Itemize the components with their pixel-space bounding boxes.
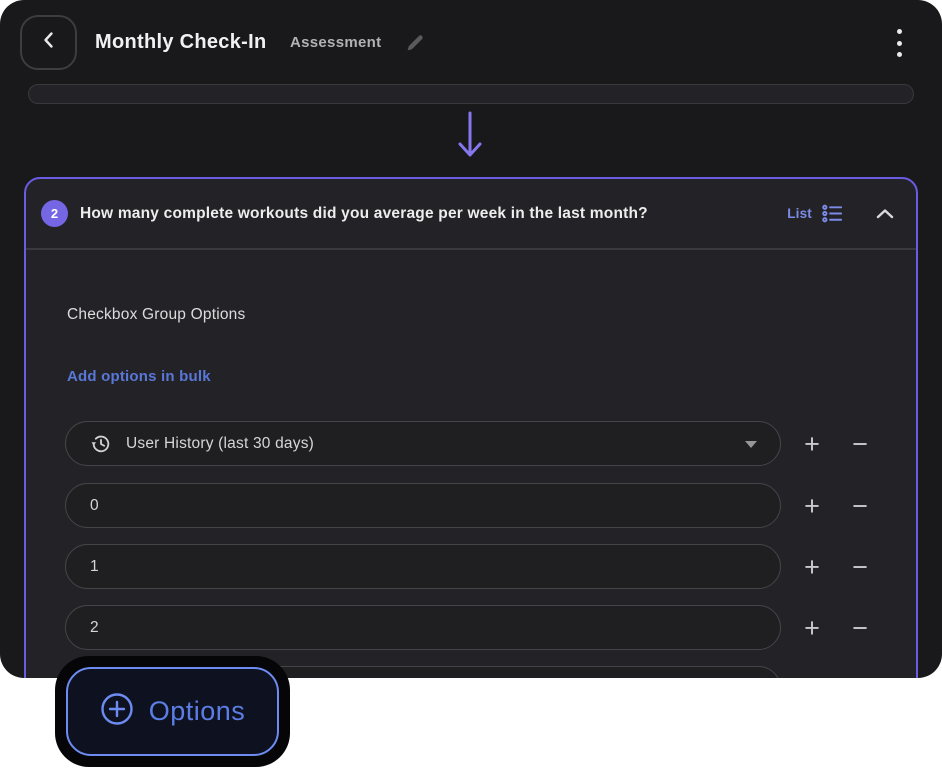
add-option-button[interactable]: + [797, 491, 827, 521]
plus-circle-icon [100, 692, 134, 731]
highlight-ring: Options [55, 656, 290, 767]
option-value: 1 [90, 557, 99, 575]
option-field-user-history[interactable]: User History (last 30 days) [65, 421, 781, 466]
question-header[interactable]: 2 How many complete workouts did you ave… [26, 179, 916, 250]
option-value: 0 [90, 496, 99, 514]
list-icon[interactable] [821, 202, 844, 225]
option-field[interactable]: 2 [65, 605, 781, 650]
chevron-left-icon [41, 31, 57, 54]
remove-option-button[interactable]: − [845, 491, 875, 521]
edit-pencil-icon[interactable] [404, 32, 426, 54]
insert-down-arrow-icon [452, 107, 488, 163]
app-window: Monthly Check-In Assessment 2 How many c… [0, 0, 942, 678]
add-option-button[interactable]: + [797, 613, 827, 643]
question-text: How many complete workouts did you avera… [80, 204, 648, 222]
page-title: Monthly Check-In [95, 31, 267, 53]
screenshot-stage: Monthly Check-In Assessment 2 How many c… [0, 0, 942, 768]
add-options-bulk-link[interactable]: Add options in bulk [67, 368, 211, 385]
add-option-button[interactable]: + [797, 429, 827, 459]
option-value: 2 [90, 618, 99, 636]
history-clock-icon [90, 433, 112, 455]
chevron-up-icon[interactable] [874, 203, 896, 225]
kebab-menu-icon[interactable] [891, 29, 907, 57]
remove-option-button[interactable]: − [845, 613, 875, 643]
add-option-button[interactable]: + [797, 552, 827, 582]
options-button[interactable]: Options [66, 667, 279, 756]
options-button-label: Options [148, 696, 246, 726]
option-field[interactable]: 1 [65, 544, 781, 589]
remove-option-button[interactable]: − [845, 552, 875, 582]
question-type-label[interactable]: List [787, 206, 812, 221]
section-label: Checkbox Group Options [67, 306, 246, 323]
option-field[interactable]: 0 [65, 483, 781, 528]
question-card: 2 How many complete workouts did you ave… [24, 177, 918, 678]
option-value: User History (last 30 days) [126, 434, 315, 452]
page-subtitle: Assessment [290, 34, 382, 51]
remove-option-button[interactable]: − [845, 429, 875, 459]
collapsed-question-card[interactable] [28, 84, 914, 104]
question-number-badge: 2 [41, 200, 68, 227]
back-button[interactable] [20, 15, 77, 70]
caret-down-icon [745, 441, 757, 448]
